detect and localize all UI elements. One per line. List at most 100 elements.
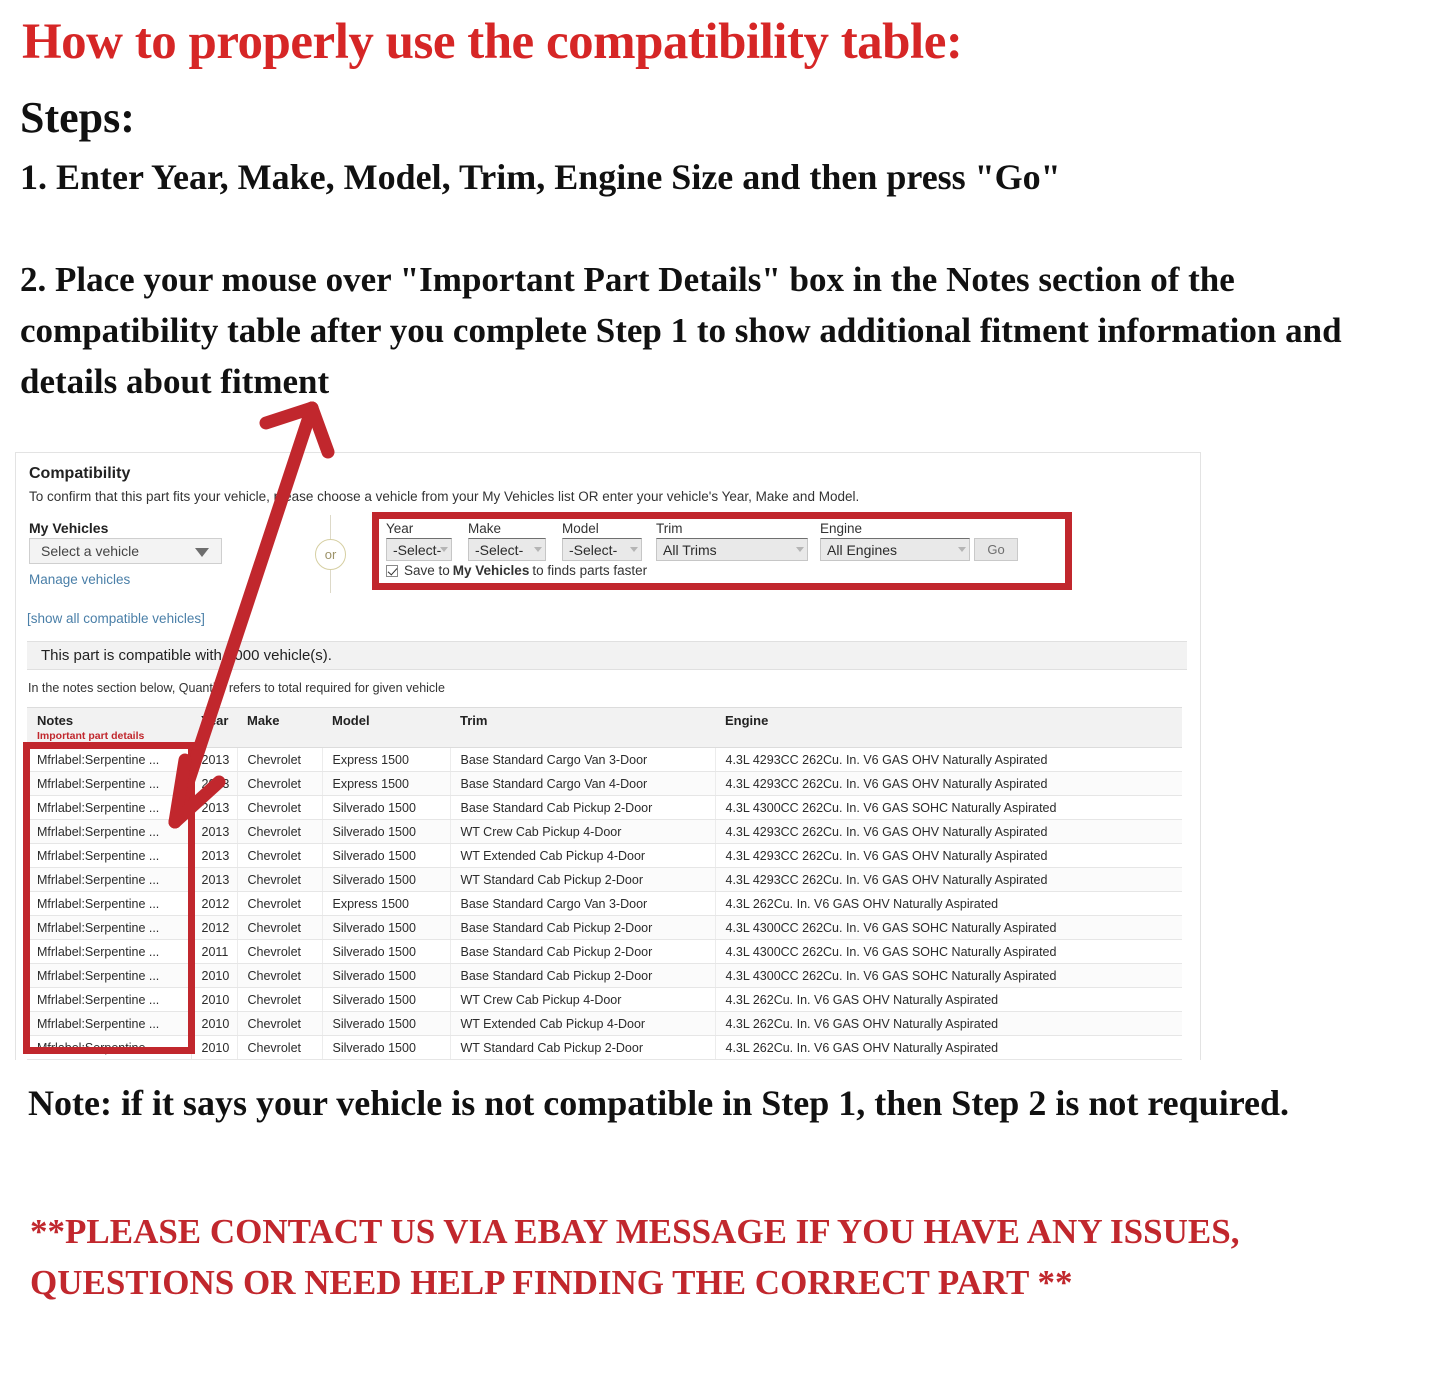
cell-model: Express 1500	[322, 771, 451, 796]
cell-notes[interactable]: Mfrlabel:Serpentine ...	[27, 771, 192, 796]
cell-year: 2012	[191, 915, 238, 940]
cell-trim: WT Standard Cab Pickup 2-Door	[450, 1035, 716, 1060]
column-header-make[interactable]: Make	[237, 707, 322, 748]
arrow-head-right	[305, 401, 335, 459]
cell-model: Silverado 1500	[322, 963, 451, 988]
cell-notes[interactable]: Mfrlabel:Serpentine ...	[27, 987, 192, 1012]
cell-model: Express 1500	[322, 747, 451, 772]
cell-notes[interactable]: Mfrlabel:Serpentine ...	[27, 1011, 192, 1036]
cell-engine: 4.3L 4293CC 262Cu. In. V6 GAS OHV Natura…	[715, 819, 1182, 844]
table-row[interactable]: Mfrlabel:Serpentine ... 2013 Chevrolet Silv…	[27, 843, 1182, 868]
cell-trim: Base Standard Cab Pickup 2-Door	[450, 915, 716, 940]
trim-dropdown[interactable]: All Trims	[656, 538, 808, 561]
column-header-trim[interactable]: Trim	[450, 707, 715, 748]
make-dropdown[interactable]: -Select-	[468, 538, 546, 561]
cell-year: 2013	[191, 747, 238, 772]
cell-engine: 4.3L 262Cu. In. V6 GAS OHV Naturally Asp…	[715, 1011, 1182, 1036]
compatibility-status-banner: This part is compatible with 1000 vehicl…	[27, 641, 1187, 670]
table-row[interactable]: Mfrlabel:Serpentine ... 2013 Chevrolet Expr…	[27, 771, 1182, 796]
table-row[interactable]: Mfrlabel:Serpentine ... 2013 Chevrolet Silv…	[27, 867, 1182, 892]
cell-make: Chevrolet	[237, 795, 323, 820]
cell-trim: Base Standard Cargo Van 4-Door	[450, 771, 716, 796]
save-vehicle-checkbox[interactable]	[386, 564, 398, 577]
cell-make: Chevrolet	[237, 891, 323, 916]
year-dropdown[interactable]: -Select-	[386, 538, 452, 561]
column-header-notes[interactable]: Notes Important part details	[27, 707, 191, 748]
cell-engine: 4.3L 4293CC 262Cu. In. V6 GAS OHV Natura…	[715, 771, 1182, 796]
column-header-year[interactable]: Year	[191, 707, 237, 748]
model-dropdown[interactable]: -Select-	[562, 538, 642, 561]
compatibility-subtitle: To confirm that this part fits your vehi…	[29, 489, 860, 504]
cell-make: Chevrolet	[237, 1035, 323, 1060]
cell-trim: WT Extended Cab Pickup 4-Door	[450, 1011, 716, 1036]
arrow-head-left	[259, 401, 319, 430]
cell-model: Silverado 1500	[322, 1035, 451, 1060]
cell-engine: 4.3L 262Cu. In. V6 GAS OHV Naturally Asp…	[715, 1035, 1182, 1060]
cell-notes[interactable]: Mfrlabel:Serpentine ...	[27, 867, 192, 892]
cell-year: 2013	[191, 843, 238, 868]
column-header-engine[interactable]: Engine	[715, 707, 1182, 748]
cell-year: 2010	[191, 987, 238, 1012]
manage-vehicles-link[interactable]: Manage vehicles	[29, 572, 130, 587]
my-vehicles-label: My Vehicles	[29, 520, 109, 536]
go-button[interactable]: Go	[974, 538, 1018, 561]
table-row[interactable]: Mfrlabel:Serpentine ... 2013 Chevrolet Silv…	[27, 795, 1182, 820]
cell-engine: 4.3L 262Cu. In. V6 GAS OHV Naturally Asp…	[715, 891, 1182, 916]
table-row[interactable]: Mfrlabel:Serpentine ... 2010 Chevrolet Silv…	[27, 1035, 1182, 1060]
table-row[interactable]: Mfrlabel:Serpentine ... 2011 Chevrolet Silv…	[27, 939, 1182, 964]
cell-engine: 4.3L 4300CC 262Cu. In. V6 GAS SOHC Natur…	[715, 915, 1182, 940]
cell-notes[interactable]: Mfrlabel:Serpentine ...	[27, 795, 192, 820]
table-row[interactable]: Mfrlabel:Serpentine ... 2012 Chevrolet Silv…	[27, 915, 1182, 940]
cell-make: Chevrolet	[237, 867, 323, 892]
cell-notes[interactable]: Mfrlabel:Serpentine ...	[27, 843, 192, 868]
cell-notes[interactable]: Mfrlabel:Serpentine ...	[27, 819, 192, 844]
table-row[interactable]: Mfrlabel:Serpentine ... 2013 Chevrolet Silv…	[27, 819, 1182, 844]
make-field: Make -Select-	[468, 521, 546, 561]
cell-make: Chevrolet	[237, 939, 323, 964]
cell-make: Chevrolet	[237, 843, 323, 868]
save-to-my-vehicles-row[interactable]: Save to My Vehicles to finds parts faste…	[386, 563, 647, 578]
cell-year: 2011	[191, 939, 238, 964]
column-header-model[interactable]: Model	[322, 707, 450, 748]
save-prefix-text: Save to	[404, 563, 450, 578]
cell-notes[interactable]: Mfrlabel:Serpentine ...	[27, 1035, 192, 1060]
show-all-compatible-vehicles-link[interactable]: [show all compatible vehicles]	[27, 611, 205, 626]
cell-trim: Base Standard Cab Pickup 2-Door	[450, 939, 716, 964]
table-row[interactable]: Mfrlabel:Serpentine ... 2010 Chevrolet Silv…	[27, 1011, 1182, 1036]
table-row[interactable]: Mfrlabel:Serpentine ... 2013 Chevrolet Expr…	[27, 747, 1182, 772]
cell-notes[interactable]: Mfrlabel:Serpentine ...	[27, 915, 192, 940]
steps-heading: Steps:	[20, 93, 135, 142]
cell-model: Silverado 1500	[322, 939, 451, 964]
make-value: -Select-	[475, 541, 524, 558]
make-label: Make	[468, 521, 502, 536]
engine-value: All Engines	[827, 541, 898, 558]
cell-trim: Base Standard Cab Pickup 2-Door	[450, 963, 716, 988]
cell-year: 2013	[191, 867, 238, 892]
cell-year: 2010	[191, 963, 238, 988]
cell-model: Silverado 1500	[322, 867, 451, 892]
table-row[interactable]: Mfrlabel:Serpentine ... 2010 Chevrolet Silv…	[27, 963, 1182, 988]
cell-notes[interactable]: Mfrlabel:Serpentine ...	[27, 939, 192, 964]
cell-make: Chevrolet	[237, 915, 323, 940]
cell-year: 2012	[191, 891, 238, 916]
save-suffix-text: to finds parts faster	[532, 563, 648, 578]
cell-year: 2013	[191, 819, 238, 844]
chevron-down-icon	[195, 548, 209, 557]
step-2-text: 2. Place your mouse over "Important Part…	[20, 260, 1342, 401]
quantity-note: In the notes section below, Quantity ref…	[28, 681, 445, 695]
cell-notes[interactable]: Mfrlabel:Serpentine ...	[27, 747, 192, 772]
table-body: Mfrlabel:Serpentine ... 2013 Chevrolet Expr…	[27, 747, 1182, 1060]
cell-notes[interactable]: Mfrlabel:Serpentine ...	[27, 891, 192, 916]
cell-engine: 4.3L 4300CC 262Cu. In. V6 GAS SOHC Natur…	[715, 963, 1182, 988]
cell-notes[interactable]: Mfrlabel:Serpentine ...	[27, 963, 192, 988]
vehicle-select-dropdown[interactable]: Select a vehicle	[29, 538, 222, 564]
cell-year: 2010	[191, 1011, 238, 1036]
compatibility-heading: Compatibility	[29, 465, 131, 482]
table-row[interactable]: Mfrlabel:Serpentine ... 2012 Chevrolet Expr…	[27, 891, 1182, 916]
cell-model: Silverado 1500	[322, 843, 451, 868]
cell-make: Chevrolet	[237, 987, 323, 1012]
engine-dropdown[interactable]: All Engines	[820, 538, 970, 561]
trim-value: All Trims	[663, 541, 717, 558]
table-row[interactable]: Mfrlabel:Serpentine ... 2010 Chevrolet Silv…	[27, 987, 1182, 1012]
important-part-details-label: Important part details	[37, 730, 145, 742]
